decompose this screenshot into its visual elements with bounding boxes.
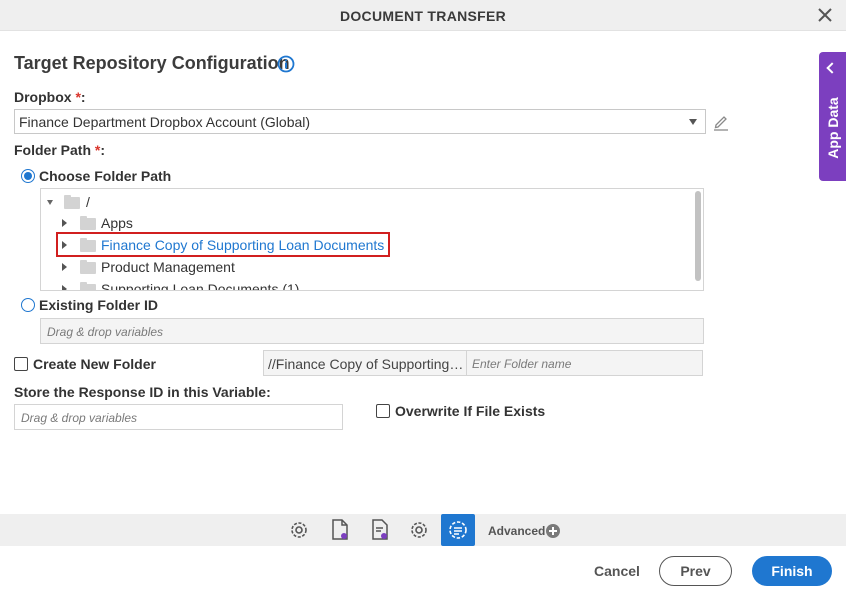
create-new-folder-label: Create New Folder xyxy=(33,356,156,372)
bottom-toolbar: Advanced xyxy=(0,514,846,546)
cancel-button[interactable]: Cancel xyxy=(588,557,646,585)
tree-scrollbar[interactable] xyxy=(695,191,701,281)
tree-item-supporting-loan-documents[interactable]: Supporting Loan Documents (1) xyxy=(41,278,691,291)
close-icon[interactable] xyxy=(816,6,834,24)
document-settings-icon[interactable] xyxy=(327,517,353,543)
expand-arrow-icon[interactable] xyxy=(62,219,67,227)
expand-arrow-icon[interactable] xyxy=(62,263,67,271)
selected-item-highlight xyxy=(56,232,390,257)
folder-icon xyxy=(64,195,80,209)
response-id-input[interactable]: Drag & drop variables xyxy=(14,404,343,430)
field-divider xyxy=(466,351,467,375)
advanced-label[interactable]: Advanced xyxy=(488,524,545,538)
dropbox-selected-value: Finance Department Dropbox Account (Glob… xyxy=(19,114,311,130)
folder-icon xyxy=(80,216,96,230)
new-folder-path-field[interactable]: //Finance Copy of Supporting Loan Docume… xyxy=(263,350,703,376)
tree-item-label: Apps xyxy=(101,215,133,231)
page-title: Target Repository Configuration xyxy=(14,53,290,73)
overwrite-checkbox[interactable] xyxy=(376,404,390,418)
folder-icon xyxy=(80,260,96,274)
plus-circle-icon[interactable] xyxy=(546,524,560,538)
dropbox-select[interactable]: Finance Department Dropbox Account (Glob… xyxy=(14,109,706,134)
tree-root[interactable]: / xyxy=(41,191,691,213)
dropdown-arrow-icon[interactable] xyxy=(689,119,697,125)
existing-folder-id-label: Existing Folder ID xyxy=(39,297,159,313)
existing-folder-id-radio[interactable] xyxy=(21,298,35,312)
prev-button[interactable]: Prev xyxy=(659,556,732,586)
overwrite-label: Overwrite If File Exists xyxy=(395,403,546,419)
advanced-settings-icon[interactable] xyxy=(441,514,475,546)
response-id-label: Store the Response ID in this Variable: xyxy=(14,384,271,400)
settings-icon[interactable] xyxy=(406,517,432,543)
folder-path-prefix: //Finance Copy of Supporting Loan Docume… xyxy=(268,356,466,372)
folder-name-placeholder: Enter Folder name xyxy=(472,357,572,371)
app-data-panel-tab[interactable]: App Data xyxy=(819,52,846,181)
chevron-left-icon[interactable] xyxy=(826,62,838,74)
edit-pencil-icon[interactable] xyxy=(713,113,729,131)
existing-folder-id-input[interactable]: Drag & drop variables xyxy=(40,318,704,344)
title-bar: DOCUMENT TRANSFER xyxy=(0,0,846,31)
tree-item-apps[interactable]: Apps xyxy=(41,212,691,234)
gear-icon[interactable] xyxy=(286,517,312,543)
choose-folder-path-label: Choose Folder Path xyxy=(39,168,172,184)
dropbox-label: Dropbox *: xyxy=(14,89,86,105)
folder-icon xyxy=(80,282,96,290)
tree-item-label: Supporting Loan Documents (1) xyxy=(101,281,300,291)
tree-item-product-management[interactable]: Product Management xyxy=(41,256,691,278)
existing-folder-id-placeholder: Drag & drop variables xyxy=(47,325,164,339)
folder-path-label: Folder Path *: xyxy=(14,142,106,158)
collapse-arrow-icon[interactable] xyxy=(47,200,53,205)
tree-item-label: Product Management xyxy=(101,259,235,275)
info-icon[interactable] xyxy=(277,55,295,73)
folder-tree[interactable]: / Apps Finance Copy of Supporting Loan D… xyxy=(40,188,704,291)
dialog-title: DOCUMENT TRANSFER xyxy=(339,8,507,24)
choose-folder-path-radio[interactable] xyxy=(21,169,35,183)
expand-arrow-icon[interactable] xyxy=(62,285,67,290)
list-settings-icon[interactable] xyxy=(367,517,393,543)
app-data-label: App Data xyxy=(825,97,841,159)
create-new-folder-checkbox[interactable] xyxy=(14,357,28,371)
finish-button[interactable]: Finish xyxy=(752,556,832,586)
response-id-placeholder: Drag & drop variables xyxy=(21,411,138,425)
tree-root-label: / xyxy=(86,194,90,210)
